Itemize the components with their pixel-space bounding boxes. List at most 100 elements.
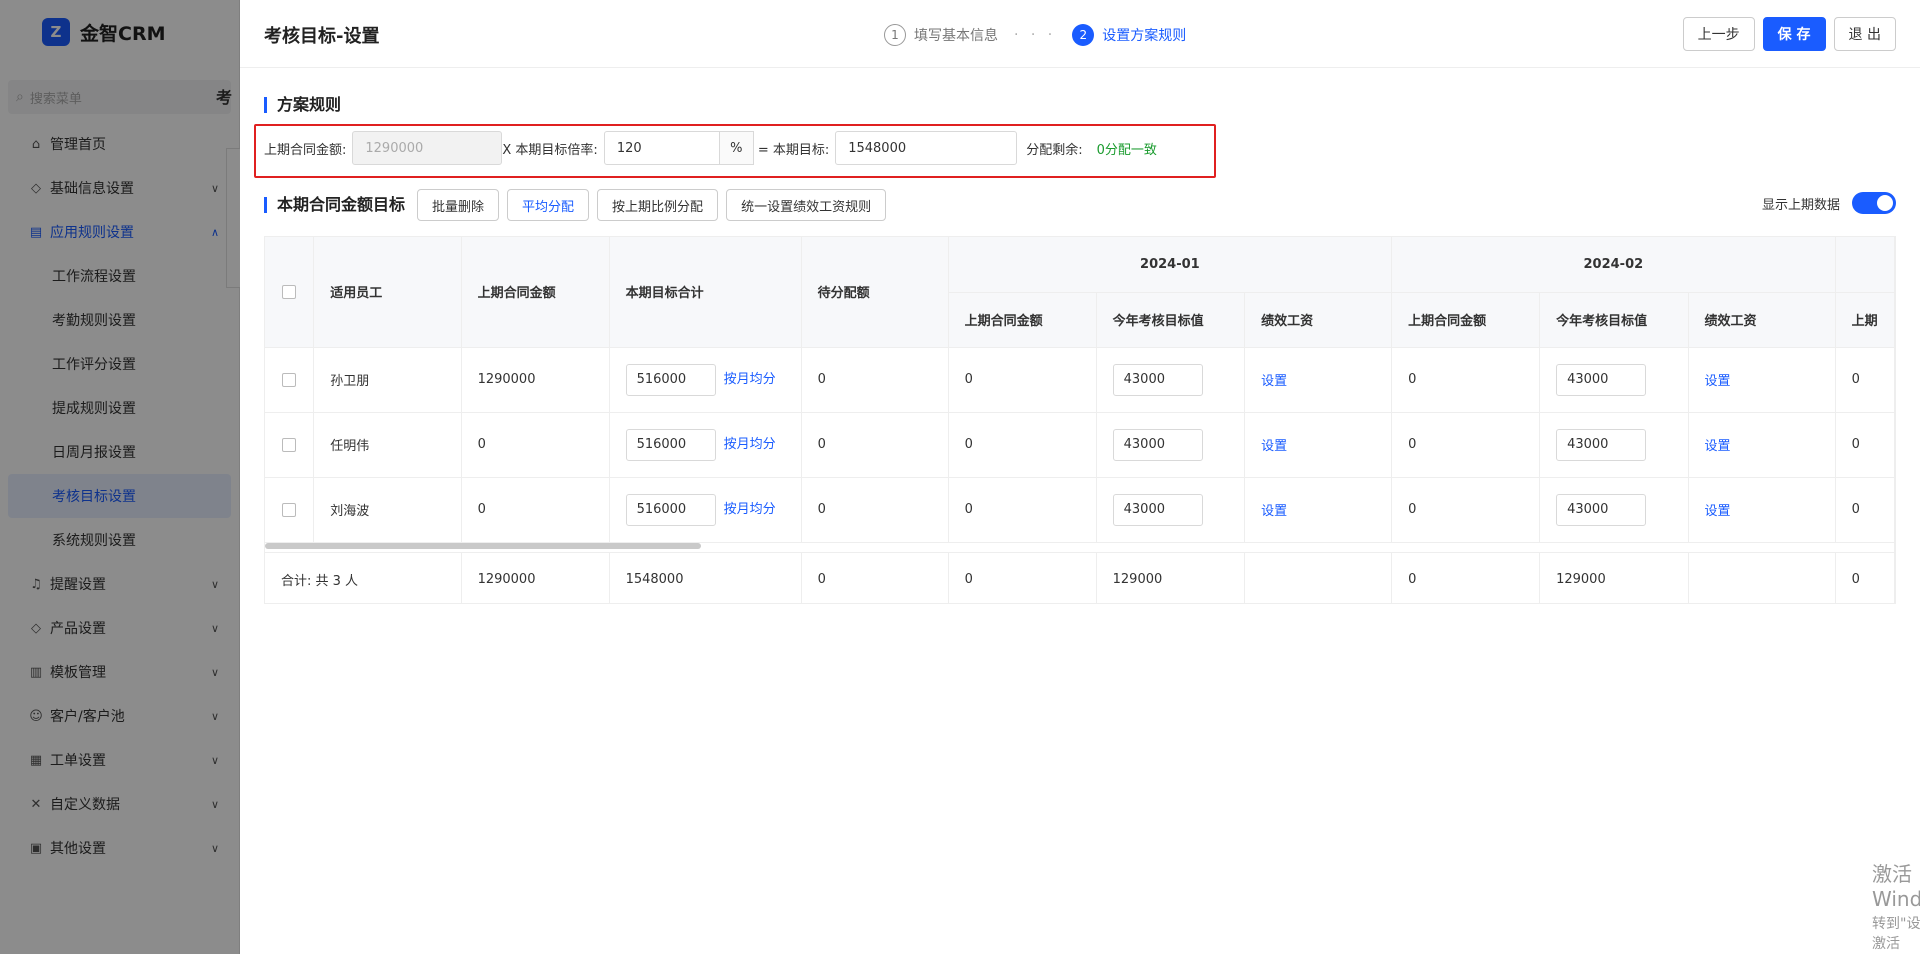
m1-salary-setting-link[interactable]: 设置 <box>1261 439 1287 454</box>
col-month-3 <box>1835 237 1895 293</box>
rate-input[interactable]: 120 <box>603 131 720 165</box>
batch-delete-button[interactable]: 批量删除 <box>417 189 500 221</box>
monthly-average-link[interactable]: 按月均分 <box>724 372 776 387</box>
section-title-targets: 本期合同金额目标 <box>264 197 405 213</box>
m2-target-cell: 43000 <box>1539 412 1689 478</box>
row-select-cell <box>265 477 315 543</box>
m1-last-amount: 0 <box>948 412 1097 478</box>
m1-target-input[interactable]: 43000 <box>1112 428 1203 461</box>
target-total-cell: 516000 按月均分 <box>609 477 802 543</box>
m1-target-cell: 43000 <box>1096 412 1246 478</box>
col-m2-last: 上期合同金额 <box>1391 292 1541 348</box>
unified-salary-rule-button[interactable]: 统一设置绩效工资规则 <box>726 189 887 221</box>
target-label: = 本期目标: <box>757 142 830 158</box>
last-amount: 0 <box>461 412 610 478</box>
prev-step-button[interactable]: 上一步 <box>1682 17 1755 51</box>
section-title-rules: 方案规则 <box>264 97 341 113</box>
select-all-cell <box>265 237 315 348</box>
summary-m2-target: 129000 <box>1539 552 1689 603</box>
m2-target-input[interactable]: 43000 <box>1556 493 1647 526</box>
drawer-title: 考核目标-设置 <box>264 26 380 47</box>
show-last-label: 显示上期数据 <box>1761 197 1840 213</box>
average-assign-button[interactable]: 平均分配 <box>507 189 590 221</box>
m2-last-amount: 0 <box>1391 477 1541 543</box>
m2-target-input[interactable]: 43000 <box>1556 363 1647 396</box>
save-button[interactable]: 保 存 <box>1762 17 1826 51</box>
summary-label: 合计: 共 3 人 <box>265 552 462 603</box>
percent-suffix: % <box>719 131 754 165</box>
m1-target-input[interactable]: 43000 <box>1112 493 1203 526</box>
row-checkbox[interactable] <box>282 437 297 452</box>
row-checkbox[interactable] <box>282 502 297 517</box>
drawer-header: 考核目标-设置 1 填写基本信息 · · · 2 设置方案规则 上一步 保 存 … <box>240 0 1920 68</box>
m1-salary-setting-link[interactable]: 设置 <box>1261 504 1287 519</box>
m1-salary-cell: 设置 <box>1244 412 1393 478</box>
target-total-input[interactable]: 516000 <box>625 493 716 526</box>
m2-last-amount: 0 <box>1391 347 1541 413</box>
ratio-assign-button[interactable]: 按上期比例分配 <box>597 189 719 221</box>
m1-target-cell: 43000 <box>1096 477 1246 543</box>
col-m1-last: 上期合同金额 <box>948 292 1097 348</box>
m1-last-amount: 0 <box>948 347 1097 413</box>
m2-salary-cell: 设置 <box>1688 477 1836 543</box>
step-separator: · · · <box>1014 27 1057 43</box>
summary-m1-target: 129000 <box>1096 552 1246 603</box>
show-last-toggle[interactable] <box>1852 192 1896 214</box>
target-table: 适用员工 上期合同金额 本期目标合计 待分配额 2024-01 2024-02 … <box>264 236 1896 604</box>
monthly-average-link[interactable]: 按月均分 <box>724 437 776 452</box>
exit-button[interactable]: 退 出 <box>1833 17 1896 51</box>
table-row: 刘海波 0 516000 按月均分 0 0 43000 设置 0 43000 设置… <box>265 477 1895 543</box>
m2-last-amount: 0 <box>1391 412 1541 478</box>
select-all-checkbox[interactable] <box>282 284 297 299</box>
target-total-input[interactable]: 516000 <box>625 363 716 396</box>
monthly-average-link[interactable]: 按月均分 <box>724 502 776 517</box>
pending-amount: 0 <box>801 347 949 413</box>
col-m1-target: 今年考核目标值 <box>1096 292 1246 348</box>
employee-name: 任明伟 <box>313 412 462 478</box>
step-basic-info[interactable]: 1 填写基本信息 <box>884 24 998 46</box>
settings-drawer: 考核目标-设置 1 填写基本信息 · · · 2 设置方案规则 上一步 保 存 … <box>240 0 1920 954</box>
target-total-cell: 516000 按月均分 <box>609 347 802 413</box>
last-amount: 1290000 <box>461 347 610 413</box>
m3-last-amount: 0 <box>1835 347 1895 413</box>
m3-last-amount: 0 <box>1835 412 1895 478</box>
pending-amount: 0 <box>801 412 949 478</box>
m2-salary-setting-link[interactable]: 设置 <box>1705 374 1731 389</box>
m2-salary-cell: 设置 <box>1688 347 1836 413</box>
step-rules[interactable]: 2 设置方案规则 <box>1072 24 1186 46</box>
m2-salary-setting-link[interactable]: 设置 <box>1705 504 1731 519</box>
row-checkbox[interactable] <box>282 372 297 387</box>
step-label: 设置方案规则 <box>1102 28 1187 44</box>
table-row: 孙卫朋 1290000 516000 按月均分 0 0 43000 设置 0 43… <box>265 347 1895 413</box>
m1-target-cell: 43000 <box>1096 347 1246 413</box>
remain-label: 分配剩余: <box>1026 142 1083 158</box>
rule-formula-row: 上期合同金额: 1290000 X 本期目标倍率: 120 % = 本期目标: … <box>264 131 1157 165</box>
m1-last-amount: 0 <box>948 477 1097 543</box>
table-toolbar: 本期合同金额目标 批量删除 平均分配 按上期比例分配 统一设置绩效工资规则 <box>264 188 887 222</box>
last-amount-label: 上期合同金额: <box>264 142 347 158</box>
m1-salary-setting-link[interactable]: 设置 <box>1261 374 1287 389</box>
m2-salary-setting-link[interactable]: 设置 <box>1705 439 1731 454</box>
summary-m2-salary <box>1688 552 1836 603</box>
col-m2-target: 今年考核目标值 <box>1539 292 1689 348</box>
row-select-cell <box>265 412 315 478</box>
watermark-line1: 激活 Windows <box>1872 862 1920 911</box>
col-pending: 待分配额 <box>801 237 949 348</box>
col-month-1: 2024-01 <box>948 237 1393 293</box>
step-label: 填写基本信息 <box>914 28 998 44</box>
target-input[interactable]: 1548000 <box>835 131 1018 165</box>
summary-row: 合计: 共 3 人 1290000 1548000 0 0 129000 0 1… <box>265 552 1895 603</box>
horizontal-scrollbar[interactable] <box>265 543 701 549</box>
summary-m1-last: 0 <box>948 552 1097 603</box>
m2-target-input[interactable]: 43000 <box>1556 428 1647 461</box>
target-total-input[interactable]: 516000 <box>625 428 716 461</box>
col-m2-salary: 绩效工资 <box>1688 292 1836 348</box>
m1-target-input[interactable]: 43000 <box>1112 363 1203 396</box>
summary-last: 1290000 <box>461 552 610 603</box>
col-last-amount: 上期合同金额 <box>461 237 610 348</box>
summary-pending: 0 <box>801 552 949 603</box>
col-month-2: 2024-02 <box>1391 237 1836 293</box>
summary-m1-salary <box>1244 552 1393 603</box>
last-amount: 0 <box>461 477 610 543</box>
last-amount-input: 1290000 <box>352 131 503 165</box>
